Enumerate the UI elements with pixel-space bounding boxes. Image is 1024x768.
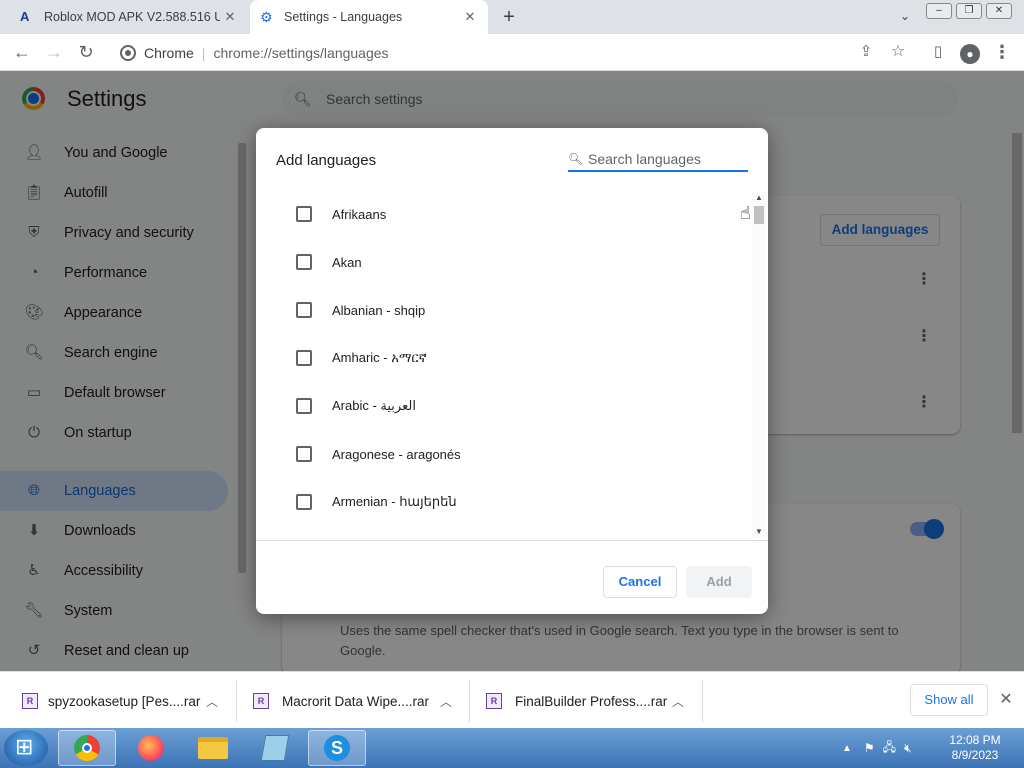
checkbox[interactable]: [296, 350, 312, 366]
search-languages-input[interactable]: [588, 151, 738, 167]
windows-taskbar: S ▲ ⚑ 🖧︎ 🔇︎ 12:08 PM 8/9/2023: [0, 728, 1024, 768]
forward-button[interactable]: →: [42, 40, 66, 64]
checkbox[interactable]: [296, 206, 312, 222]
new-tab-button[interactable]: +: [498, 7, 520, 27]
rar-file-icon: R: [486, 693, 502, 709]
reload-button[interactable]: ↻: [74, 40, 98, 64]
download-item[interactable]: R spyzookasetup [Pes....rar ︿: [0, 680, 237, 722]
star-icon[interactable]: ☆: [886, 40, 910, 64]
tab-title: Settings - Languages: [284, 10, 403, 24]
restore-button[interactable]: ❐: [956, 3, 982, 19]
dialog-scrollbar[interactable]: ▲ ▼: [752, 192, 766, 538]
address-bar[interactable]: Chrome | chrome://settings/languages: [108, 38, 920, 67]
flag-icon[interactable]: ⚑: [864, 741, 875, 755]
clock-date: 8/9/2023: [951, 748, 999, 762]
list-item-albanian[interactable]: Albanian - shqip: [296, 286, 736, 334]
add-languages-dialog: Add languages 🔍︎ Afrikaans Akan Albanian…: [256, 128, 768, 614]
share-icon[interactable]: ⇪: [854, 40, 878, 64]
checkbox[interactable]: [296, 446, 312, 462]
minimize-button[interactable]: –: [926, 3, 952, 19]
profile-icon[interactable]: ●: [958, 40, 982, 64]
tab-settings-languages[interactable]: ⚙ Settings - Languages ✕: [250, 0, 488, 34]
download-name: Macrorit Data Wipe....rar: [282, 693, 430, 709]
omnibox-separator: |: [201, 44, 206, 61]
chevron-up-icon[interactable]: ︿: [672, 693, 684, 710]
network-icon[interactable]: 🖧︎: [883, 738, 896, 759]
chevron-up-icon[interactable]: ︿: [206, 693, 218, 710]
download-bar: R spyzookasetup [Pes....rar ︿ R Macrorit…: [0, 671, 1024, 728]
download-item[interactable]: R FinalBuilder Profess....rar ︿: [470, 680, 703, 722]
close-icon[interactable]: ✕: [462, 9, 478, 25]
hand-cursor-icon: ☝: [740, 203, 751, 223]
checkbox[interactable]: [296, 494, 312, 510]
volume-icon[interactable]: 🔇︎: [904, 741, 912, 756]
dialog-title: Add languages: [276, 152, 377, 169]
search-languages-field[interactable]: 🔍︎: [568, 148, 748, 172]
tab-roblox[interactable]: A Roblox MOD APK V2.588.516 Up ✕: [10, 0, 248, 34]
side-panel-icon[interactable]: ▯: [926, 40, 950, 64]
scroll-down-icon[interactable]: ▼: [752, 526, 766, 538]
checkbox[interactable]: [296, 398, 312, 414]
tab-title: Roblox MOD APK V2.588.516 Up: [44, 10, 220, 24]
list-item-afrikaans[interactable]: Afrikaans: [296, 190, 736, 238]
list-item-arabic[interactable]: Arabic - العربية: [296, 382, 736, 430]
chevron-down-icon[interactable]: ⌄: [897, 9, 913, 25]
menu-kebab-icon[interactable]: ⋮: [990, 40, 1014, 64]
language-list: Afrikaans Akan Albanian - shqip Amharic …: [256, 190, 752, 540]
close-icon[interactable]: ✕: [222, 9, 238, 25]
chrome-taskbar-icon[interactable]: [58, 730, 116, 766]
close-icon[interactable]: ✕: [996, 690, 1016, 710]
chrome-site-icon: [120, 44, 136, 61]
checkbox[interactable]: [296, 302, 312, 318]
cancel-button[interactable]: Cancel: [603, 566, 677, 598]
site-label: Chrome: [144, 44, 194, 61]
list-item-aragonese[interactable]: Aragonese - aragonés: [296, 430, 736, 478]
folder-taskbar-icon[interactable]: [184, 730, 242, 766]
search-icon: 🔍︎: [568, 152, 584, 166]
show-all-button[interactable]: Show all: [910, 684, 988, 716]
add-button[interactable]: Add: [686, 566, 752, 598]
taskbar-clock[interactable]: 12:08 PM 8/9/2023: [940, 733, 1010, 763]
app-taskbar-icon[interactable]: S: [308, 730, 366, 766]
gear-icon: ⚙: [260, 9, 273, 25]
window-close-button[interactable]: ✕: [986, 3, 1012, 19]
chevron-up-icon[interactable]: ︿: [440, 693, 452, 710]
notepad-taskbar-icon[interactable]: [246, 730, 304, 766]
rar-file-icon: R: [22, 693, 38, 709]
browser-toolbar: ← → ↻ Chrome | chrome://settings/languag…: [0, 34, 1024, 71]
clock-time: 12:08 PM: [949, 733, 1001, 747]
back-button[interactable]: ←: [10, 40, 34, 64]
checkbox[interactable]: [296, 254, 312, 270]
download-name: FinalBuilder Profess....rar: [515, 693, 668, 709]
chevron-up-icon[interactable]: ▲: [842, 743, 852, 754]
download-item[interactable]: R Macrorit Data Wipe....rar ︿: [237, 680, 470, 722]
firefox-taskbar-icon[interactable]: [122, 730, 180, 766]
system-tray: ▲ ⚑ 🖧︎ 🔇︎: [842, 728, 912, 768]
rar-file-icon: R: [253, 693, 269, 709]
tab-strip: A Roblox MOD APK V2.588.516 Up ✕ ⚙ Setti…: [0, 0, 1024, 34]
list-item-akan[interactable]: Akan: [296, 238, 736, 286]
url-text: chrome://settings/languages: [213, 44, 389, 61]
start-button[interactable]: [4, 730, 48, 766]
list-item-amharic[interactable]: Amharic - አማርኛ: [296, 334, 736, 382]
dialog-divider: [256, 540, 768, 541]
window-controls: – ❐ ✕: [922, 3, 1012, 19]
list-item-armenian[interactable]: Armenian - հայերեն: [296, 478, 736, 526]
download-name: spyzookasetup [Pes....rar: [48, 693, 201, 709]
roblox-favicon-icon: A: [20, 9, 30, 24]
